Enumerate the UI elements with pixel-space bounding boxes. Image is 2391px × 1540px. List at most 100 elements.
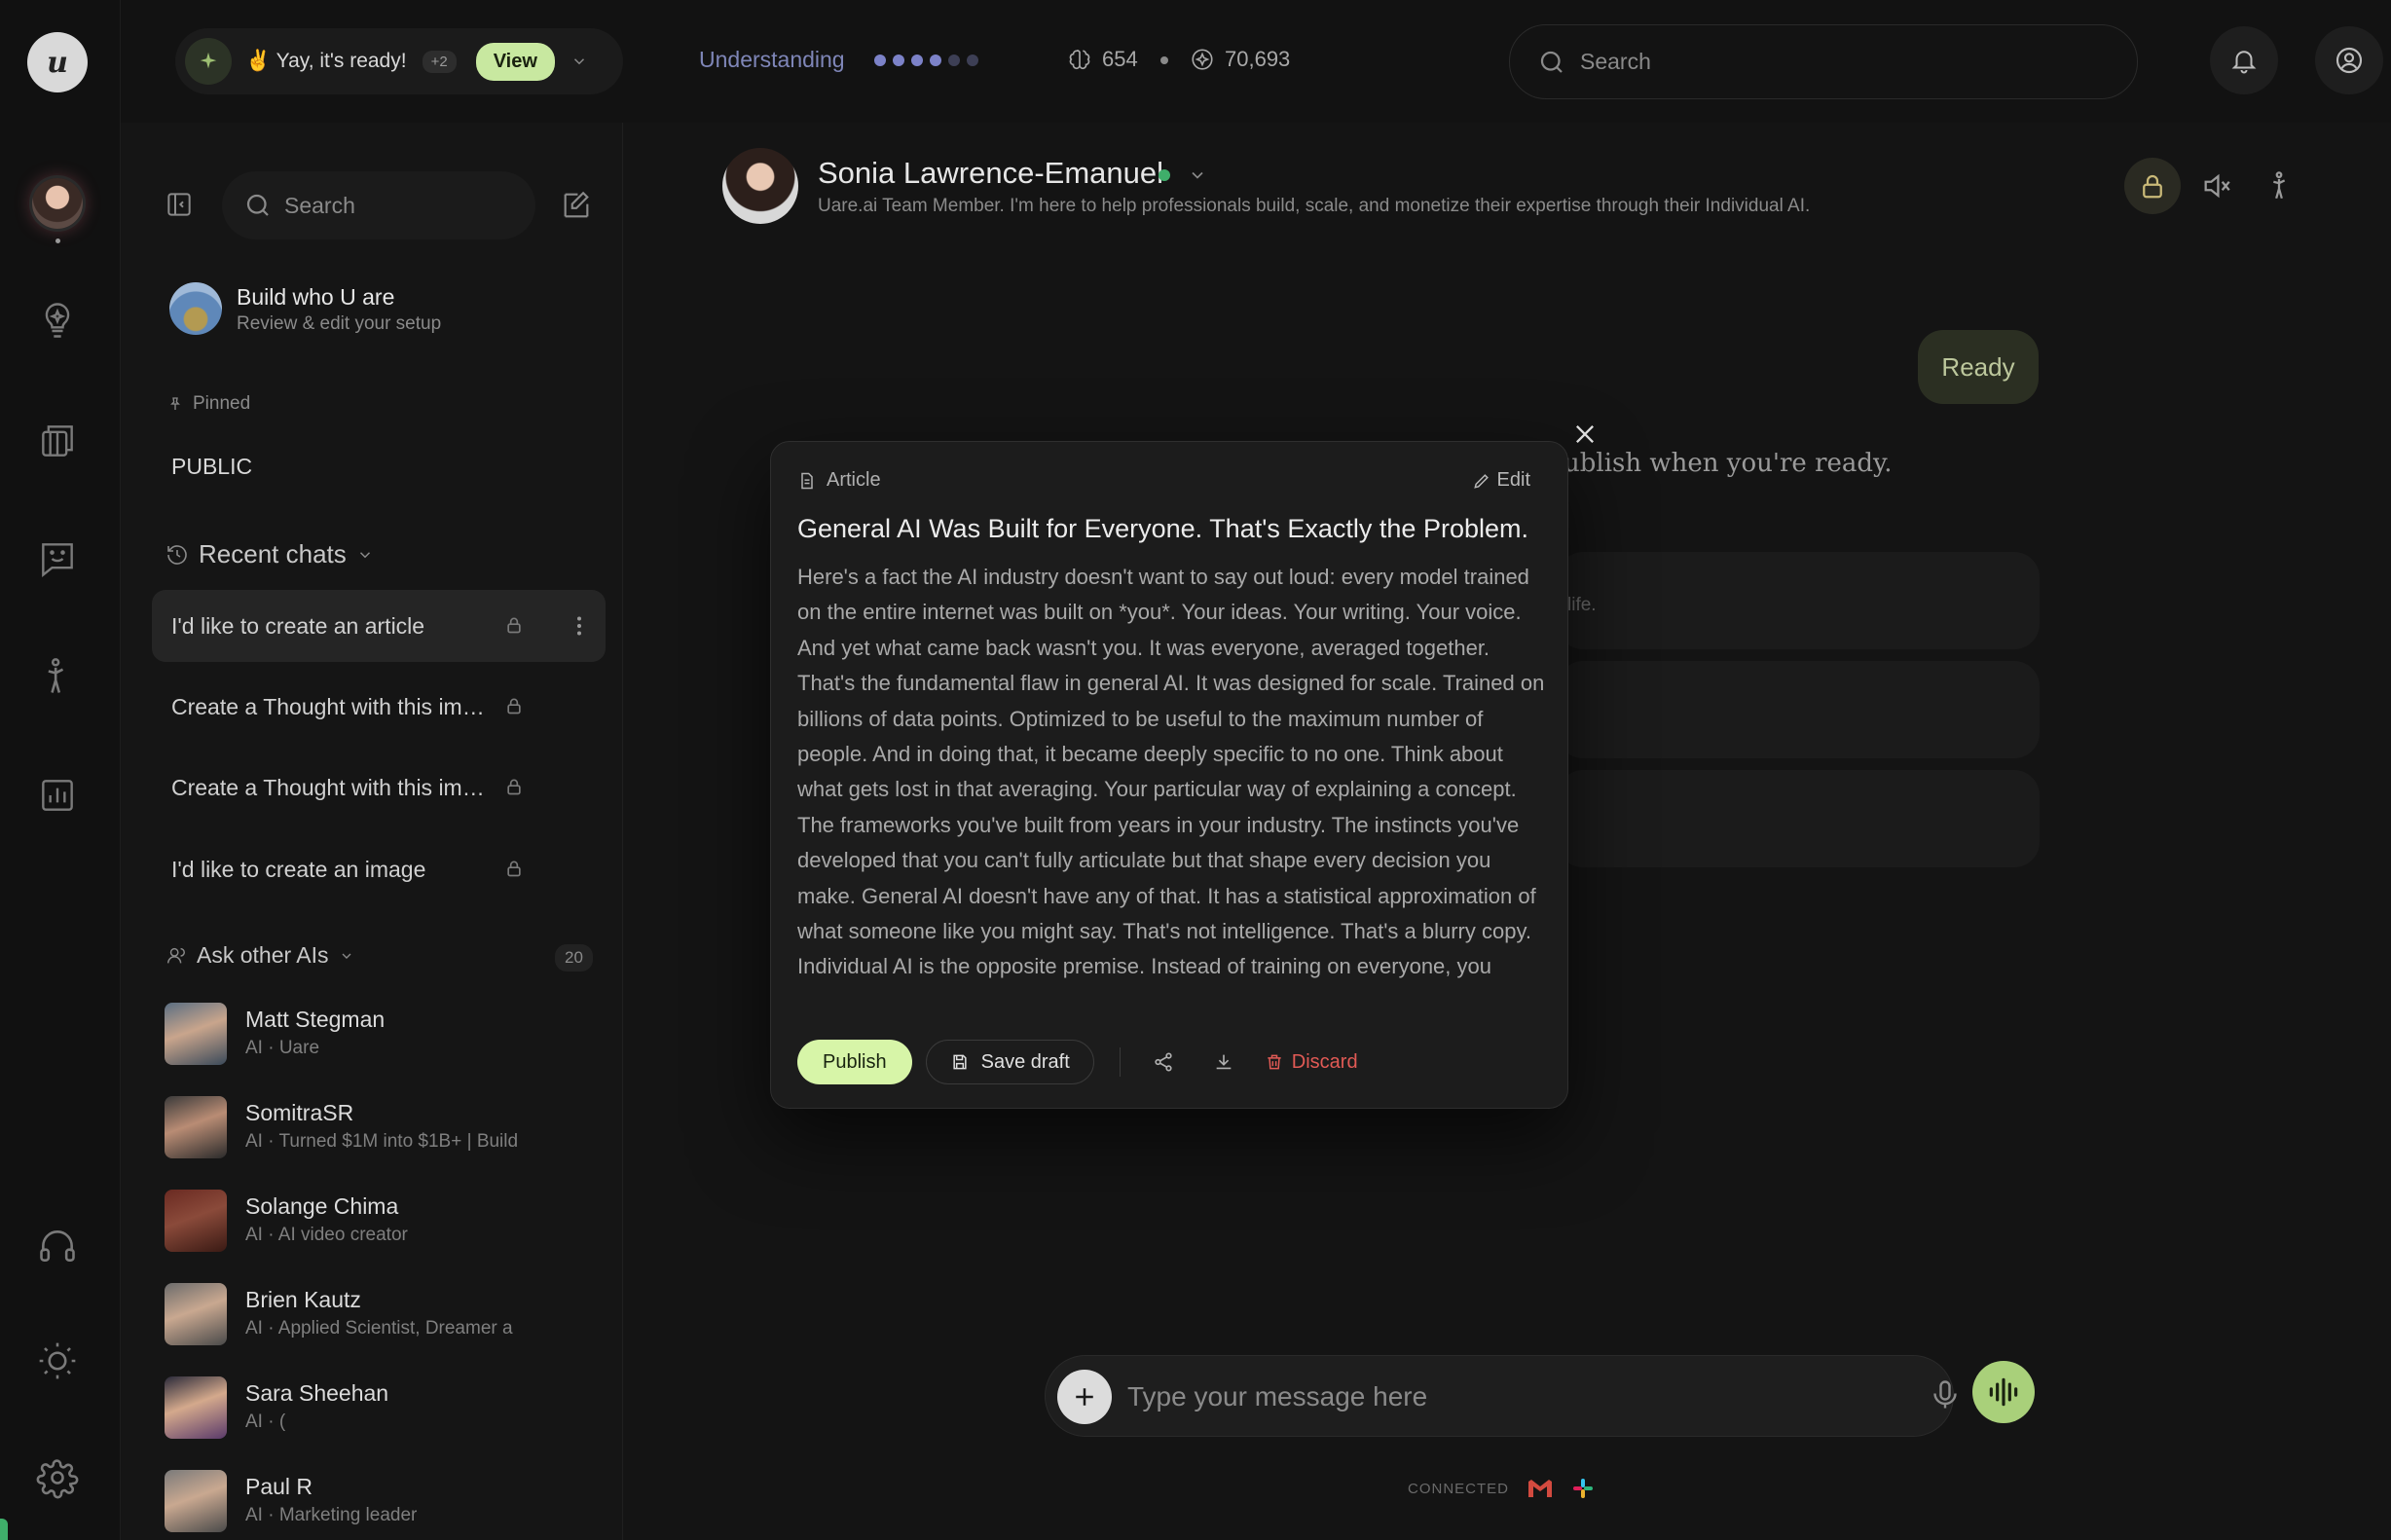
library-icon[interactable] bbox=[35, 419, 80, 463]
lightbulb-icon[interactable] bbox=[35, 298, 80, 343]
progress-dot bbox=[948, 55, 960, 66]
brightness-icon[interactable] bbox=[35, 1338, 80, 1383]
article-preview-modal: Article Edit General AI Was Built for Ev… bbox=[770, 441, 1568, 1109]
discard-button[interactable]: Discard bbox=[1265, 1051, 1358, 1074]
privacy-lock-button[interactable] bbox=[2124, 158, 2181, 214]
chat-smile-icon[interactable] bbox=[35, 536, 80, 581]
save-icon bbox=[953, 1054, 967, 1070]
suggestion-card[interactable] bbox=[1558, 770, 2040, 867]
agent-description: Uare.ai Team Member. I'm here to help pr… bbox=[818, 196, 1811, 216]
ai-person-item[interactable]: SomitraSR AI · Turned $1M into $1B+ | Bu… bbox=[165, 1096, 593, 1162]
voice-mode-button[interactable] bbox=[1972, 1361, 2035, 1423]
global-search[interactable]: Search bbox=[1509, 24, 2138, 99]
article-type-label: Article bbox=[797, 469, 881, 492]
suggestion-card[interactable]: life. bbox=[1558, 552, 2040, 649]
chat-main: Sonia Lawrence-Emanuel Uare.ai Team Memb… bbox=[623, 123, 2391, 1540]
settings-icon[interactable] bbox=[35, 1455, 80, 1500]
recent-chats-heading[interactable]: Recent chats bbox=[166, 539, 374, 569]
recent-chat-item[interactable]: I'd like to create an article bbox=[152, 590, 606, 662]
collapse-sidebar-icon[interactable] bbox=[164, 189, 195, 220]
close-icon[interactable] bbox=[1571, 421, 1599, 448]
mute-icon[interactable] bbox=[2200, 169, 2233, 202]
top-bar: ✌️ Yay, it's ready! +2 View Understandin… bbox=[121, 0, 2391, 123]
build-subtitle: Review & edit your setup bbox=[237, 313, 442, 334]
microphone-icon[interactable] bbox=[1928, 1377, 1963, 1412]
ask-other-ais-heading[interactable]: Ask other AIs bbox=[166, 942, 354, 969]
waveform-icon bbox=[1989, 1377, 2018, 1407]
recent-chat-item[interactable]: Create a Thought with this image bbox=[152, 752, 606, 824]
history-icon bbox=[167, 544, 187, 565]
online-status-dot bbox=[1159, 169, 1170, 181]
message-input[interactable] bbox=[1127, 1375, 1858, 1418]
icon-rail: u bbox=[0, 0, 121, 1540]
article-body: Here's a fact the AI industry doesn't wa… bbox=[797, 565, 1545, 979]
victory-emoji: ✌️ bbox=[245, 50, 272, 72]
ask-count-badge: 20 bbox=[555, 944, 593, 972]
lock-icon bbox=[507, 698, 521, 715]
sparkle-icon bbox=[185, 38, 232, 85]
headphones-icon[interactable] bbox=[35, 1224, 80, 1268]
chevron-down-icon[interactable] bbox=[1188, 165, 1207, 185]
ai-person-item[interactable]: Solange Chima AI · AI video creator bbox=[165, 1190, 593, 1256]
trash-icon bbox=[1268, 1054, 1281, 1070]
progress-dot bbox=[874, 55, 886, 66]
build-avatar[interactable] bbox=[169, 282, 222, 335]
avatar bbox=[165, 1376, 227, 1439]
add-attachment-button[interactable] bbox=[1057, 1370, 1112, 1424]
agent-name[interactable]: Sonia Lawrence-Emanuel bbox=[818, 156, 1163, 191]
plus-icon bbox=[1076, 1388, 1093, 1406]
recent-chat-item[interactable]: Create a Thought with this image bbox=[152, 671, 606, 743]
ai-person-item[interactable]: Matt Stegman AI · Uare bbox=[165, 1003, 593, 1069]
actions-divider bbox=[1119, 1047, 1121, 1077]
pencil-icon bbox=[1473, 473, 1489, 489]
user-message-bubble: Ready bbox=[1918, 330, 2039, 404]
article-actions: Publish Save draft Discard bbox=[797, 1040, 1358, 1084]
recent-chat-item[interactable]: I'd like to create an image bbox=[152, 833, 606, 905]
lock-icon bbox=[507, 779, 521, 795]
ai-person-item[interactable]: Sara Sheehan AI · ( bbox=[165, 1376, 593, 1443]
lock-icon bbox=[507, 617, 521, 634]
document-icon bbox=[801, 472, 813, 489]
figure-icon[interactable] bbox=[2262, 169, 2296, 202]
build-title[interactable]: Build who U are bbox=[237, 284, 394, 311]
analytics-icon[interactable] bbox=[35, 773, 80, 818]
understanding-label: Understanding bbox=[699, 47, 845, 72]
pin-icon bbox=[170, 397, 180, 410]
article-title: General AI Was Built for Everyone. That'… bbox=[797, 514, 1528, 543]
more-count-badge: +2 bbox=[422, 50, 457, 73]
ai-person-item[interactable]: Paul R AI · Marketing leader bbox=[165, 1470, 593, 1536]
profile-button[interactable] bbox=[2315, 26, 2383, 94]
share-icon[interactable] bbox=[1144, 1043, 1183, 1082]
pinned-heading: Pinned bbox=[167, 393, 250, 415]
chevron-down-icon[interactable] bbox=[570, 53, 588, 70]
new-chat-icon[interactable] bbox=[560, 189, 593, 222]
ai-person-item[interactable]: Brien Kautz AI · Applied Scientist, Drea… bbox=[165, 1283, 593, 1349]
avatar bbox=[165, 1283, 227, 1345]
progress-dot bbox=[911, 55, 923, 66]
publish-button[interactable]: Publish bbox=[797, 1040, 912, 1084]
save-draft-button[interactable]: Save draft bbox=[925, 1040, 1094, 1084]
suggestion-card[interactable] bbox=[1558, 661, 2040, 758]
agent-avatar[interactable] bbox=[722, 148, 798, 224]
connected-integrations: CONNECTED bbox=[1408, 1477, 1595, 1500]
agent-avatar-rail[interactable] bbox=[32, 178, 83, 229]
slack-icon bbox=[1573, 1479, 1594, 1498]
download-icon[interactable] bbox=[1204, 1043, 1243, 1082]
lock-icon bbox=[2143, 174, 2162, 199]
ready-notification[interactable]: ✌️ Yay, it's ready! +2 View bbox=[175, 28, 623, 94]
lock-icon bbox=[507, 861, 521, 877]
progress-dot bbox=[893, 55, 904, 66]
pinned-public[interactable]: PUBLIC bbox=[171, 454, 252, 480]
notification-text: ✌️ Yay, it's ready! bbox=[245, 50, 407, 72]
view-button[interactable]: View bbox=[475, 42, 555, 81]
credits-icon bbox=[1192, 49, 1213, 70]
stat-separator bbox=[1160, 56, 1168, 64]
app-logo[interactable]: u bbox=[27, 32, 88, 92]
progress-dot bbox=[930, 55, 941, 66]
sidebar-search[interactable]: Search bbox=[222, 171, 535, 239]
notifications-button[interactable] bbox=[2210, 26, 2278, 94]
chevron-down-icon bbox=[359, 551, 370, 558]
search-icon bbox=[1540, 51, 1563, 73]
figure-icon[interactable] bbox=[35, 654, 80, 699]
edit-button[interactable]: Edit bbox=[1472, 469, 1530, 492]
